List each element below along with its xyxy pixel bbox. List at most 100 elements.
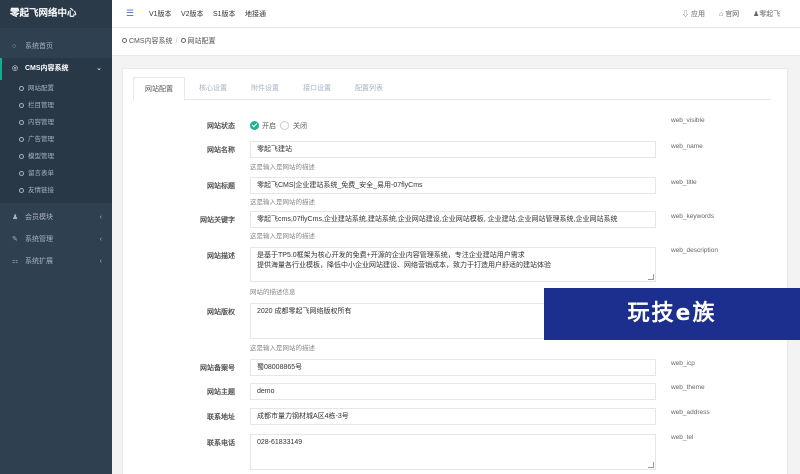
breadcrumb-item-site-config: 网站配置 xyxy=(187,38,216,45)
circle-icon xyxy=(19,103,24,108)
name-hint: 这是输入是网站的描述 xyxy=(250,164,315,171)
status-key: web_visible xyxy=(671,117,705,124)
tab-bar: 网站配置 核心设置 附件设置 接口设置 配置列表 xyxy=(133,77,771,101)
circle-icon xyxy=(19,137,24,142)
tel-value: 028-61833149 xyxy=(257,439,303,446)
contact-tel-textarea[interactable]: 028-61833149 xyxy=(250,434,656,470)
sidebar-item-extensions[interactable]: ⚏ 系统扩展 ‹ xyxy=(0,251,112,273)
chevron-down-icon: ⌄ xyxy=(96,65,102,72)
subitem-label: 内容管理 xyxy=(28,119,54,126)
brand-title: 零起飞网络中心 xyxy=(0,0,112,28)
circle-icon xyxy=(19,86,24,91)
theme-label: 网站主题 xyxy=(207,389,235,396)
theme-key: web_theme xyxy=(671,384,705,391)
breadcrumb-separator: / xyxy=(175,38,178,45)
description-label: 网站描述 xyxy=(207,253,235,260)
status-label: 网站状态 xyxy=(207,123,235,130)
sidebar-subitem-models[interactable]: 模型管理 xyxy=(0,148,112,165)
gear-icon: ◎ xyxy=(12,65,19,72)
tab-api-settings[interactable]: 接口设置 xyxy=(293,77,341,100)
home-icon: ⌂ xyxy=(719,11,724,18)
user-menu[interactable]: ♟零起飞 xyxy=(753,9,780,19)
sidebar-item-system[interactable]: ✎ 系统管理 ‹ xyxy=(0,229,112,251)
breadcrumb-item-cms[interactable]: CMS内容系统 xyxy=(129,38,173,45)
sidebar-subitem-forms[interactable]: 留言表单 xyxy=(0,165,112,182)
watermark-logo: 玩技e族 xyxy=(544,288,800,340)
top-link-v2[interactable]: V2版本 xyxy=(181,9,204,19)
address-key: web_address xyxy=(671,409,710,416)
keywords-label: 网站关键字 xyxy=(200,217,235,224)
circle-icon xyxy=(19,120,24,125)
top-link-dijie[interactable]: 地接通 xyxy=(245,9,266,19)
menu-toggle-icon[interactable]: ☰ xyxy=(126,8,136,18)
resize-handle-icon[interactable] xyxy=(648,462,654,468)
circle-icon xyxy=(180,38,186,43)
sidebar-item-label: 系统管理 xyxy=(25,236,53,243)
title-key: web_title xyxy=(671,179,697,186)
resize-handle-icon[interactable] xyxy=(648,274,654,280)
site-theme-input[interactable]: demo xyxy=(250,383,656,400)
copyright-hint: 这是输入是网站的描述 xyxy=(250,345,315,352)
circle-icon xyxy=(19,171,24,176)
description-hint: 网站的描述信息 xyxy=(250,289,296,296)
sidebar-item-home[interactable]: ○ 系统首页 xyxy=(0,36,112,58)
chevron-left-icon: ‹ xyxy=(99,236,102,243)
tel-key: web_tel xyxy=(671,434,694,441)
subitem-label: 留言表单 xyxy=(28,170,54,177)
subitem-label: 网站配置 xyxy=(28,85,54,92)
keywords-hint: 这是输入是网站的描述 xyxy=(250,233,315,240)
description-line-1: 是基于TP5.0框架为核心开发的免费+开源的企业内容管理系统，专注企业建站用户需… xyxy=(257,252,525,259)
sidebar-item-label: 会员模块 xyxy=(25,214,53,221)
sidebar-subitem-content[interactable]: 内容管理 xyxy=(0,114,112,131)
sidebar-item-label: 系统扩展 xyxy=(25,258,53,265)
official-site-label: 官网 xyxy=(725,11,740,18)
status-off-radio[interactable] xyxy=(280,121,289,130)
sidebar-item-label: 系统首页 xyxy=(25,43,53,50)
sidebar-item-members[interactable]: ♟ 会员模块 ‹ xyxy=(0,207,112,229)
tab-core-settings[interactable]: 核心设置 xyxy=(189,77,237,100)
name-key: web_name xyxy=(671,143,703,150)
subitem-label: 栏目管理 xyxy=(28,102,54,109)
icp-label: 网站备案号 xyxy=(200,365,235,372)
circle-icon xyxy=(19,154,24,159)
address-label: 联系地址 xyxy=(207,414,235,421)
official-site-link[interactable]: ⌂ 官网 xyxy=(719,9,739,19)
status-off-label: 关闭 xyxy=(293,123,307,130)
site-description-textarea[interactable]: 是基于TP5.0框架为核心开发的免费+开源的企业内容管理系统，专注企业建站用户需… xyxy=(250,247,656,282)
app-link[interactable]: ⇩ 应用 xyxy=(682,9,705,19)
sidebar-item-cms[interactable]: ◎ CMS内容系统 ⌄ xyxy=(0,58,112,80)
users-icon: ♟ xyxy=(12,214,19,221)
breadcrumb: CMS内容系统 / 网站配置 xyxy=(112,28,800,56)
status-on-radio[interactable] xyxy=(250,121,259,130)
sidebar-subitem-links[interactable]: 友情链接 xyxy=(0,182,112,199)
site-icp-input[interactable]: 蜀08008865号 xyxy=(250,359,656,376)
site-name-input[interactable]: 零起飞建站 xyxy=(250,141,656,158)
top-link-s1[interactable]: S1版本 xyxy=(213,9,236,19)
top-link-v1[interactable]: V1版本 xyxy=(149,9,172,19)
config-panel: 网站配置 核心设置 附件设置 接口设置 配置列表 网站状态 开启 关闭 web_… xyxy=(122,68,788,474)
contact-address-input[interactable]: 成都市量力钢材城A区4栋-3号 xyxy=(250,408,656,425)
copyright-label: 网站版权 xyxy=(207,309,235,316)
tab-config-list[interactable]: 配置列表 xyxy=(345,77,393,100)
site-title-input[interactable]: 零起飞CMS|企业建站系统_免费_安全_易用-07flyCms xyxy=(250,177,656,194)
icp-key: web_icp xyxy=(671,360,695,367)
sidebar-subitem-columns[interactable]: 栏目管理 xyxy=(0,97,112,114)
site-keywords-input[interactable]: 零起飞cms,07flyCms,企业建站系统,建站系统,企业网站建设,企业网站模… xyxy=(250,211,656,228)
circle-icon xyxy=(122,38,127,43)
tab-site-config[interactable]: 网站配置 xyxy=(133,77,185,101)
user-name: 零起飞 xyxy=(759,11,781,18)
sidebar-subitem-ads[interactable]: 广告管理 xyxy=(0,131,112,148)
app-link-label: 应用 xyxy=(690,11,705,18)
circle-icon: ○ xyxy=(12,43,17,50)
circle-icon xyxy=(19,188,24,193)
title-hint: 这是输入是网站的描述 xyxy=(250,199,315,206)
tab-attachment-settings[interactable]: 附件设置 xyxy=(241,77,289,100)
sidebar-item-label: CMS内容系统 xyxy=(25,65,69,72)
name-label: 网站名称 xyxy=(207,147,235,154)
title-label: 网站标题 xyxy=(207,183,235,190)
description-key: web_description xyxy=(671,247,718,254)
status-on-label: 开启 xyxy=(262,123,276,130)
app-icon: ⇩ xyxy=(682,11,689,18)
subitem-label: 友情链接 xyxy=(28,187,54,194)
sidebar-subitem-site-config[interactable]: 网站配置 xyxy=(0,80,112,97)
